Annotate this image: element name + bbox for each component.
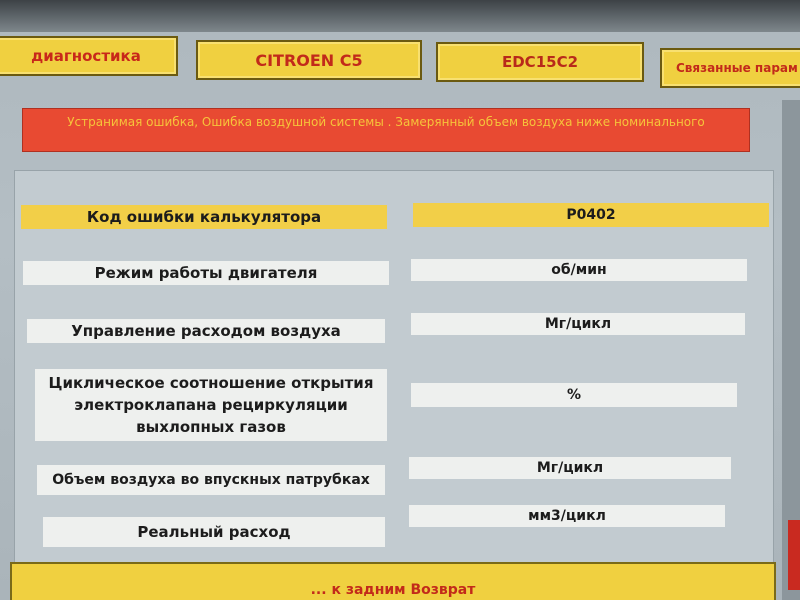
tab-vehicle-model[interactable]: CITROEN C5 [196, 40, 422, 80]
error-message: Устранимая ошибка, Ошибка воздушной сист… [67, 115, 705, 129]
param-value-intake-air-volume: Мг/цикл [409, 457, 731, 479]
tab-bar: диагностика CITROEN C5 EDC15C2 Связанные… [0, 36, 800, 88]
param-value-actual-flow: мм3/цикл [409, 505, 725, 527]
param-label-actual-flow: Реальный расход [43, 517, 385, 547]
tab-related-params[interactable]: Связанные парам [660, 48, 800, 88]
error-banner: Устранимая ошибка, Ошибка воздушной сист… [22, 108, 750, 152]
tab-diagnostics[interactable]: диагностика [0, 36, 178, 76]
param-label-egr-valve-ratio: Циклическое соотношение открытия электро… [35, 369, 387, 441]
screen: диагностика CITROEN C5 EDC15C2 Связанные… [0, 0, 800, 600]
fault-code-label: Код ошибки калькулятора [21, 205, 387, 229]
param-label-intake-air-volume: Объем воздуха во впускных патрубках [37, 465, 385, 495]
fault-code-value: P0402 [413, 203, 769, 227]
back-button-label: ... к задним Возврат [310, 582, 476, 598]
param-value-egr-valve-ratio: % [411, 383, 737, 407]
back-button[interactable]: ... к задним Возврат [10, 562, 776, 600]
param-label-air-flow-control: Управление расходом воздуха [27, 319, 385, 343]
monitor-bezel [0, 0, 800, 32]
param-value-air-flow-control: Мг/цикл [411, 313, 745, 335]
param-value-engine-rpm: об/мин [411, 259, 747, 281]
tab-ecu[interactable]: EDC15C2 [436, 42, 644, 82]
side-red-tab [788, 520, 800, 590]
parameters-panel: Код ошибки калькулятора P0402 Режим рабо… [14, 170, 774, 580]
param-label-engine-rpm: Режим работы двигателя [23, 261, 389, 285]
